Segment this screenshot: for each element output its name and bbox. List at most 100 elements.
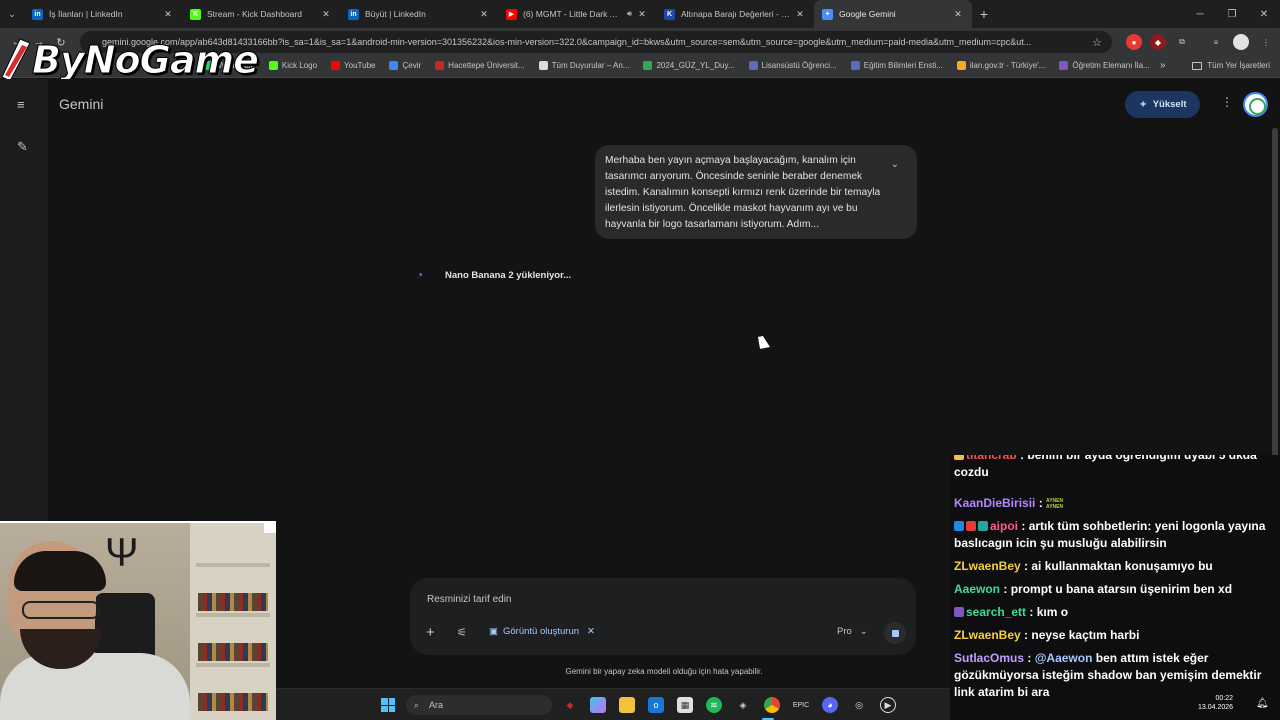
bookmark-favicon-icon	[538, 61, 548, 70]
chat-username[interactable]: ZLwaenBey	[954, 559, 1021, 573]
bookmark-favicon-icon	[748, 61, 758, 70]
extension-adblock-icon[interactable]: ●	[1126, 34, 1142, 50]
all-bookmarks-button[interactable]: Tüm Yer İşaretleri	[1192, 61, 1270, 70]
chat-text: kım o	[1036, 605, 1069, 619]
bookmark-item[interactable]: Öğretim Elemanı İla...	[1059, 61, 1150, 70]
add-attachment-icon[interactable]: +	[426, 624, 435, 641]
chat-username[interactable]: ZLwaenBey	[954, 628, 1021, 642]
file-explorer-icon[interactable]	[619, 697, 635, 713]
bookmark-item[interactable]: 2024_GÜZ_YL_Duy...	[643, 61, 735, 70]
stop-generation-button[interactable]	[884, 622, 906, 644]
notification-bell-icon[interactable]: 🔔︎	[1256, 698, 1269, 709]
image-generation-chip[interactable]: ▣ Görüntü oluşturun ✕	[489, 626, 595, 637]
minimize-icon[interactable]: ─	[1184, 0, 1216, 28]
obs-icon[interactable]: ◎	[851, 697, 867, 713]
chat-text: neyse kaçtım harbi	[1031, 628, 1140, 642]
stream-logo-overlay: ByNoGame	[0, 36, 259, 84]
bookmark-item[interactable]: Hacettepe Üniversit...	[435, 61, 525, 70]
spotify-icon[interactable]: ≋	[706, 697, 722, 713]
epic-games-icon[interactable]: EPIC	[793, 697, 809, 713]
unity-icon[interactable]: ◈	[735, 697, 751, 713]
browser-tab[interactable]: in İş İlanları | LinkedIn ✕	[24, 0, 182, 28]
copilot-icon[interactable]	[590, 697, 606, 713]
chat-username[interactable]: aipoi	[990, 519, 1018, 533]
browser-menu-icon[interactable]: ⋮	[1258, 34, 1274, 50]
tab-media-icon[interactable]: ≡	[1208, 34, 1224, 50]
model-selector[interactable]: Pro ⌄	[837, 626, 868, 637]
media-player-icon[interactable]: ▶	[880, 697, 896, 713]
close-tab-icon[interactable]: ✕	[952, 9, 964, 20]
linkedin-icon: in	[32, 8, 43, 20]
extension-shield-icon[interactable]: ◆	[1150, 34, 1166, 50]
taskbar-search[interactable]: ⌕ Ara	[406, 695, 552, 715]
bookmark-item[interactable]: Eğitim Bilimleri Ensti...	[850, 61, 943, 70]
profile-avatar[interactable]	[1233, 34, 1249, 50]
close-tab-icon[interactable]: ✕	[320, 9, 332, 20]
close-tab-icon[interactable]: ✕	[162, 9, 174, 20]
outlook-icon[interactable]: o	[648, 697, 664, 713]
more-options-icon[interactable]: ⋮	[1221, 95, 1233, 109]
badge-icon	[954, 521, 964, 531]
stop-icon	[891, 629, 899, 637]
badge-icon	[978, 521, 988, 531]
restore-icon[interactable]: ❐	[1216, 0, 1248, 28]
system-clock[interactable]: 00:22 13.04.2026	[1198, 694, 1233, 712]
bookmark-star-icon[interactable]: ☆	[1092, 36, 1102, 49]
taskbar-app-icon-red[interactable]: ◆	[562, 697, 578, 713]
chat-username[interactable]: search_ett	[966, 605, 1026, 619]
extensions-puzzle-icon[interactable]: ⧉	[1174, 34, 1190, 50]
chat-username[interactable]: titancrab	[966, 455, 1017, 462]
prompt-input[interactable]: Resminizi tarif edin	[427, 594, 511, 605]
new-chat-icon[interactable]: ✎	[17, 139, 28, 155]
new-tab-button[interactable]: +	[972, 6, 996, 22]
folder-icon	[1192, 61, 1203, 70]
close-tab-icon[interactable]: ✕	[478, 9, 490, 20]
store-icon[interactable]: ▦	[677, 697, 693, 713]
bookmark-item[interactable]: YouTube	[331, 61, 375, 70]
chat-message: KaanDieBirisii : AYNEN AYNEN	[954, 495, 1280, 512]
browser-tab[interactable]: KAltınapa Barajı Değerleri - KOSKİ✕	[656, 0, 814, 28]
chat-message: Aaewon : prompt u bana atarsın üşenirim …	[954, 582, 1233, 596]
account-avatar[interactable]	[1243, 92, 1268, 117]
chat-message: ZLwaenBey : neyse kaçtım harbi	[954, 628, 1140, 642]
chevron-down-icon: ⌄	[854, 626, 868, 637]
close-tab-icon[interactable]: ✕	[636, 9, 648, 20]
tools-icon[interactable]: ⚟	[457, 626, 467, 639]
youtube-icon: ▶	[506, 8, 517, 20]
chat-message: titancrab : benim bir ayda öğrendiğim uy…	[954, 455, 1280, 481]
chat-message: ZLwaenBey : ai kullanmaktan konuşamıyo b…	[954, 559, 1213, 573]
browser-tab[interactable]: ✦ Google Gemini ✕	[814, 0, 972, 28]
browser-tab[interactable]: ▶ (6) MGMT - Little Dark Age 🔊︎ ✕	[498, 0, 656, 28]
chat-text: ai kullanmaktan konuşamıyo bu	[1031, 559, 1213, 573]
chat-message: aipoi : artık tüm sohbetlerin: yeni logo…	[954, 519, 1266, 550]
gemini-brand[interactable]: Gemini	[59, 96, 103, 112]
windows-start-icon[interactable]	[381, 698, 395, 712]
chat-username[interactable]: Aaewon	[954, 582, 1000, 596]
kick-icon: K	[190, 8, 201, 20]
chat-username[interactable]: KaanDieBirisii	[954, 496, 1035, 510]
close-window-icon[interactable]: ✕	[1248, 0, 1280, 28]
bookmark-item[interactable]: Tüm Duyurular – An...	[538, 61, 629, 70]
bookmark-favicon-icon	[643, 61, 653, 70]
bookmark-item[interactable]: Kick Logo	[268, 61, 317, 70]
browser-tab[interactable]: in Büyüt | LinkedIn ✕	[340, 0, 498, 28]
browser-tab[interactable]: K Stream - Kick Dashboard ✕	[182, 0, 340, 28]
bookmark-favicon-icon	[268, 61, 278, 70]
audio-playing-icon[interactable]: 🔊︎	[627, 9, 632, 19]
upgrade-button[interactable]: ✦ Yükselt	[1125, 91, 1200, 118]
tab-search-icon[interactable]: ⌄	[0, 0, 24, 28]
menu-icon[interactable]: ≡	[17, 97, 25, 112]
bookmarks-overflow-icon[interactable]: »	[1160, 60, 1166, 71]
chrome-icon[interactable]	[764, 697, 780, 713]
bookmark-item[interactable]: Lisansüstü Öğrenci...	[748, 61, 837, 70]
chat-username[interactable]: SutlacOmus	[954, 651, 1024, 665]
close-tab-icon[interactable]: ✕	[794, 9, 806, 20]
chat-text: prompt u bana atarsın üşenirim ben xd	[1010, 582, 1233, 596]
remove-chip-icon[interactable]: ✕	[587, 626, 595, 637]
bookmark-item[interactable]: ilan.gov.tr - Türkiye'...	[956, 61, 1045, 70]
discord-icon[interactable]: ◕	[822, 697, 838, 713]
bookmark-item[interactable]: Çevir	[389, 61, 421, 70]
expand-chevron-icon[interactable]: ⌄	[891, 157, 899, 173]
chat-message: search_ett : kım o	[954, 604, 1280, 621]
koski-icon: K	[664, 8, 675, 20]
